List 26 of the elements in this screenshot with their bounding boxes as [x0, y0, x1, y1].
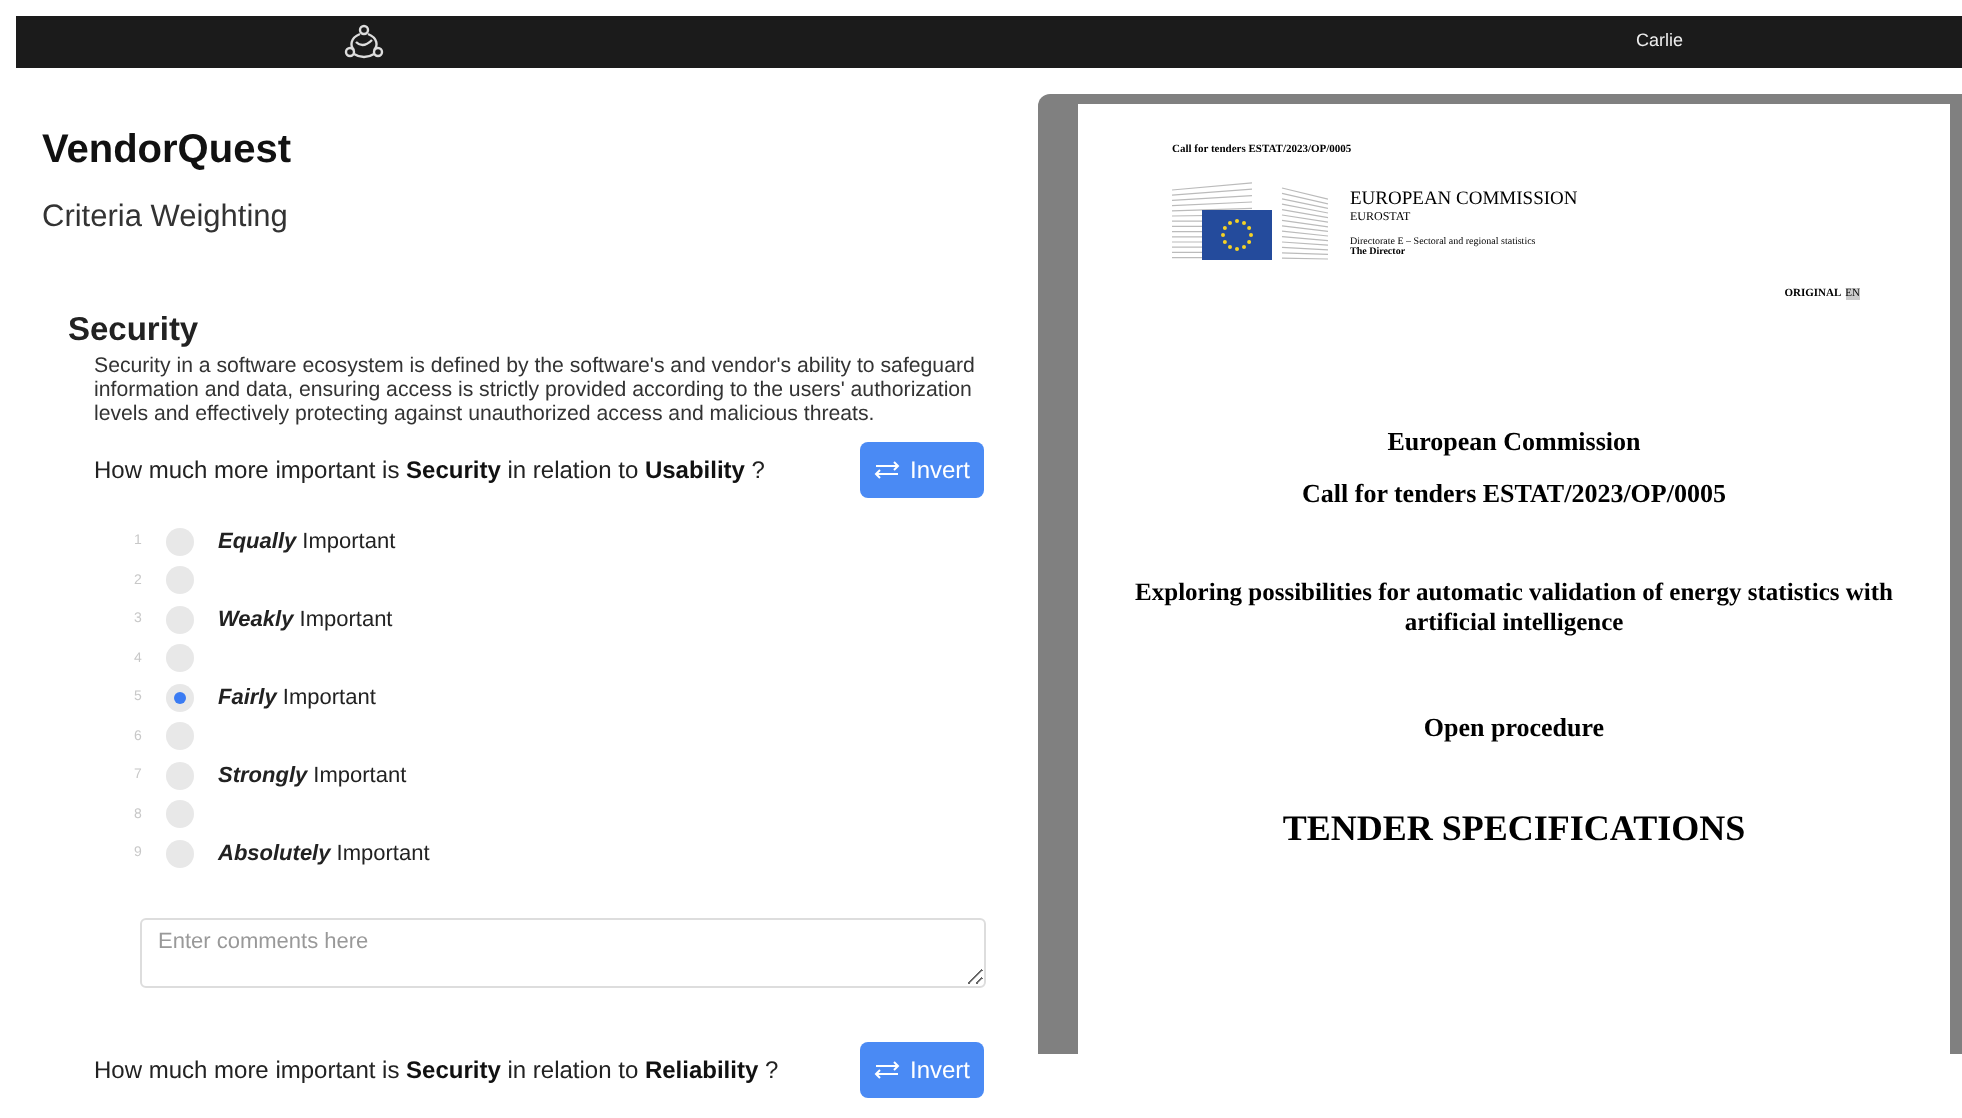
scale-label: Absolutely Important	[218, 841, 430, 866]
comparison-question: How much more important is Security in relation to Reliability ?	[94, 1055, 779, 1083]
criterion-title: Security	[68, 310, 201, 350]
scale-label: Equally Important	[218, 529, 396, 554]
document-heading: TENDER SPECIFICATIONS	[1282, 808, 1746, 850]
document-subtitle: Open procedure	[1423, 712, 1605, 744]
swap-arrows-icon	[873, 460, 900, 480]
document-subtitle: European Commission	[1387, 426, 1641, 458]
scale-label: Strongly Important	[218, 763, 407, 788]
comparison-question: How much more important is Security in relation to Usability ?	[94, 456, 765, 484]
app-title: VendorQuest	[42, 128, 293, 172]
radio-button[interactable]	[166, 683, 194, 712]
criterion-description: Security in a software ecosystem is defined by the software's and vendor's ability to safeguard information and data, ensuring access is strictly provided according to the users' authorization levels and effectively protecting against unauthorized access and malicious threats.	[94, 354, 977, 426]
page-subtitle: Criteria Weighting	[42, 200, 290, 236]
commission-logo-icon	[1172, 182, 1328, 262]
swap-arrows-icon	[873, 1059, 900, 1079]
organization-name: EUROPEAN COMMISSION	[1350, 190, 1578, 210]
invert-button[interactable]: Invert	[860, 1041, 984, 1097]
scale-label: Weakly Important	[218, 607, 393, 632]
user-name[interactable]: Carlie	[1636, 30, 1684, 50]
scale-label: Fairly Important	[218, 685, 376, 710]
document-subject: Exploring possibilities for automatic validation of energy statistics with artificial intelligence	[1133, 578, 1895, 638]
logo-icon[interactable]	[344, 24, 384, 60]
invert-button[interactable]: Invert	[860, 442, 984, 498]
document-subtitle: Call for tenders ESTAT/2023/OP/0005	[1302, 478, 1726, 510]
comment-field[interactable]: Enter comments here	[140, 917, 986, 987]
